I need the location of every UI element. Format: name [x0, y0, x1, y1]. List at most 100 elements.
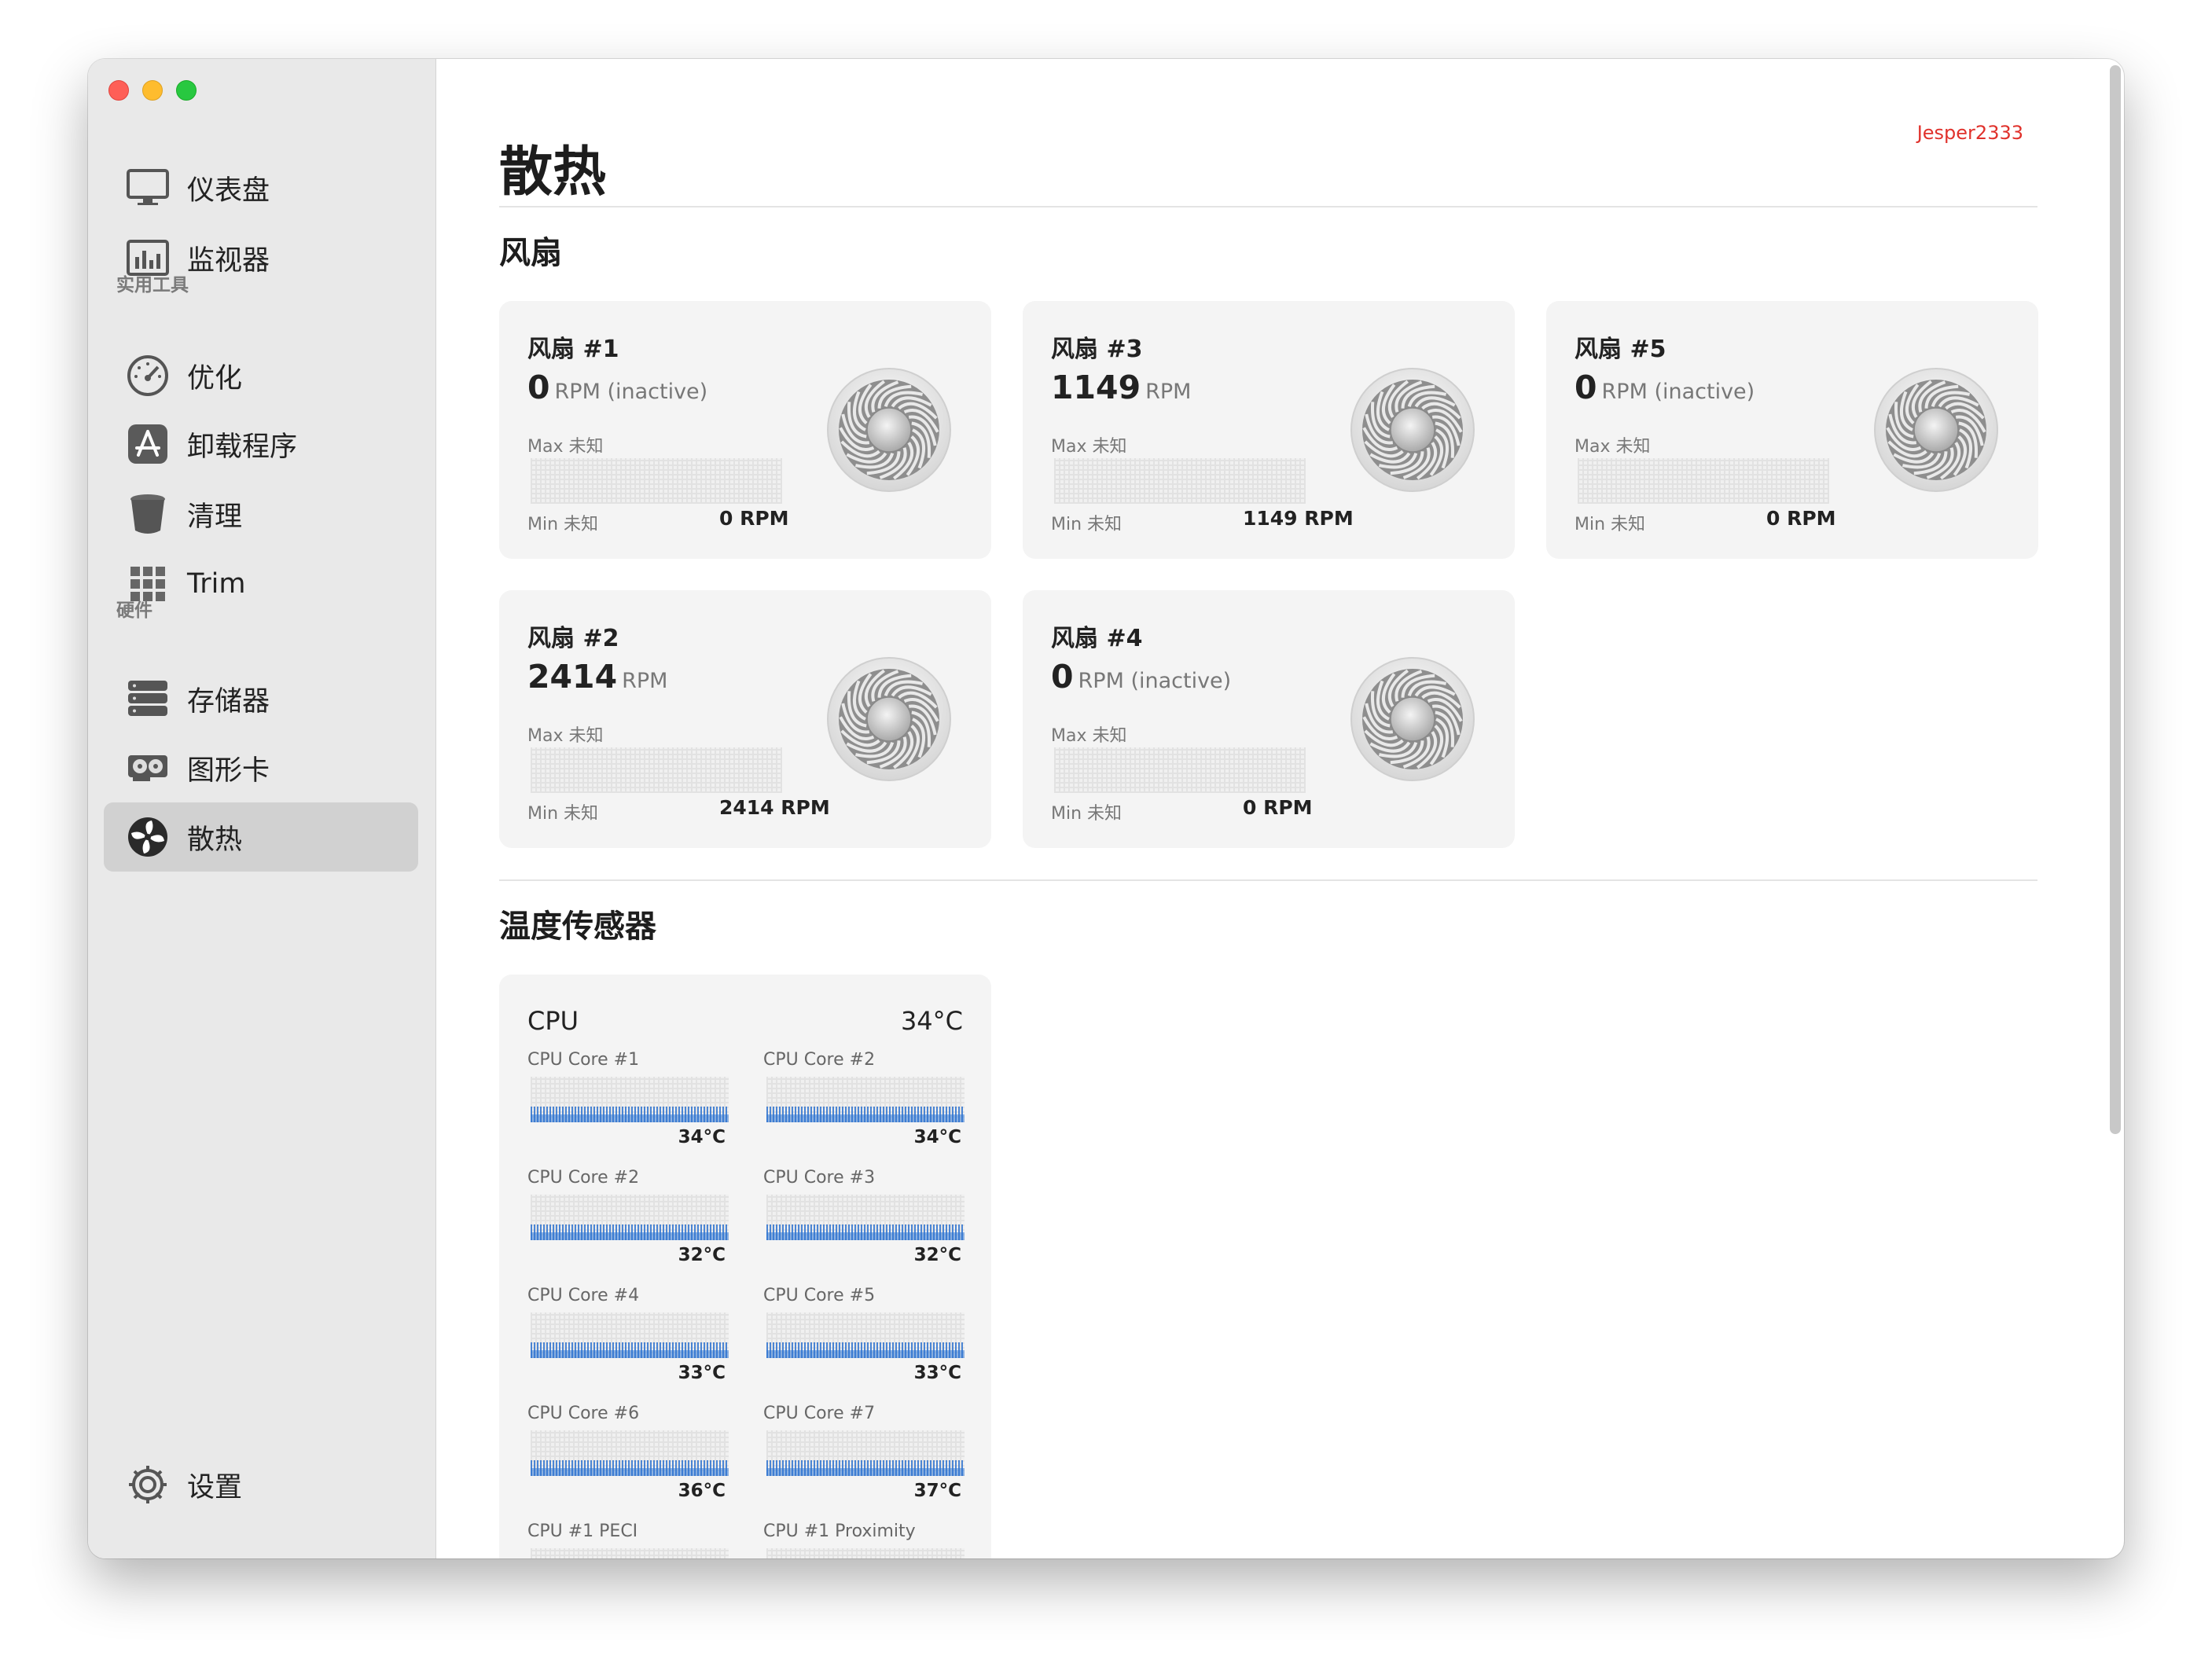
- sensor-graph: [531, 1312, 729, 1358]
- fan-rpm-value: 0: [1051, 658, 1074, 696]
- sensor-value: 33°C: [913, 1363, 961, 1383]
- fan-max-label: Max 未知: [1051, 726, 1127, 746]
- fan-current-rpm: 0 RPM: [719, 507, 789, 530]
- gpu-icon: [126, 746, 170, 790]
- fan-wheel-icon: [1349, 655, 1476, 783]
- storage-icon: [126, 677, 170, 721]
- sidebar-item-uninstaller[interactable]: 卸载程序: [104, 409, 418, 479]
- fan-rpm: 1149 RPM: [1051, 369, 1191, 406]
- fan-name: 风扇 #3: [1051, 336, 1143, 363]
- sensor-name: CPU Core #2: [527, 1168, 640, 1188]
- fan-current-rpm: 1149 RPM: [1243, 507, 1354, 530]
- sensor-item: CPU Core #2 34°C: [763, 1050, 965, 1152]
- sensor-graph: [766, 1312, 965, 1358]
- sensor-value: 32°C: [913, 1245, 961, 1265]
- fan-graph: [531, 458, 782, 504]
- sensor-graph: [766, 1548, 965, 1558]
- sidebar-item-cooling[interactable]: 散热: [104, 802, 418, 872]
- sidebar-item-storage[interactable]: 存储器: [104, 664, 418, 733]
- fan-wheel-icon: [1872, 366, 2000, 494]
- fan-card: 风扇 #5 0 RPM (inactive) Max 未知 Min 未知 0 RP…: [1546, 301, 2038, 559]
- fan-max-label: Max 未知: [527, 726, 604, 746]
- sidebar: 仪表盘 监视器 实用工具 优化 卸载程序 清理 Trim 硬件 存储器 图形卡 …: [88, 59, 436, 1558]
- sensor-graph: [531, 1430, 729, 1476]
- fan-graph: [1054, 747, 1306, 793]
- sidebar-item-label: Trim: [187, 568, 246, 600]
- fan-current-rpm: 0 RPM: [1766, 507, 1836, 530]
- sensor-item: CPU #1 PECI: [527, 1522, 729, 1558]
- divider: [499, 879, 2037, 881]
- fan-rpm-value: 0: [527, 369, 550, 406]
- sensor-graph: [766, 1077, 965, 1122]
- fan-rpm: 0 RPM (inactive): [527, 369, 707, 406]
- fan-current-rpm: 0 RPM: [1243, 796, 1313, 819]
- sidebar-item-settings[interactable]: 设置: [104, 1450, 418, 1519]
- fan-wheel-icon: [825, 366, 953, 494]
- fan-rpm: 2414 RPM: [527, 658, 667, 696]
- fan-min-label: Min 未知: [527, 804, 599, 824]
- fan-name: 风扇 #1: [527, 336, 619, 363]
- fan-wheel-icon: [825, 655, 953, 783]
- speedometer-icon: [126, 354, 170, 398]
- sensor-graph: [766, 1195, 965, 1240]
- sensor-graph: [531, 1195, 729, 1240]
- sensor-name: CPU Core #7: [763, 1404, 876, 1423]
- gear-icon: [126, 1463, 170, 1507]
- sensor-name: CPU Core #3: [763, 1168, 876, 1188]
- sensor-item: CPU Core #3 32°C: [763, 1168, 965, 1270]
- sidebar-item-label: 清理: [187, 501, 243, 533]
- fan-card: 风扇 #2 2414 RPM Max 未知 Min 未知 2414 RPM: [499, 590, 991, 848]
- fan-rpm-unit: RPM (inactive): [554, 380, 708, 404]
- sidebar-item-label: 监视器: [187, 244, 270, 277]
- sidebar-item-gpu[interactable]: 图形卡: [104, 733, 418, 802]
- fan-icon: [126, 815, 170, 859]
- sensor-graph: [531, 1077, 729, 1122]
- fan-rpm-unit: RPM (inactive): [1601, 380, 1755, 404]
- sidebar-item-label: 卸载程序: [187, 431, 298, 463]
- fan-rpm: 0 RPM (inactive): [1574, 369, 1755, 406]
- sensor-value: 36°C: [678, 1481, 726, 1501]
- sensor-group-name: CPU: [527, 1006, 579, 1036]
- main-content: Jesper2333 散热 风扇 风扇 #1 0 RPM (inactive) M…: [436, 59, 2124, 1558]
- fan-rpm-unit: RPM (inactive): [1078, 669, 1232, 693]
- fan-card: 风扇 #3 1149 RPM Max 未知 Min 未知 1149 RPM: [1023, 301, 1515, 559]
- sensor-value: 34°C: [678, 1127, 726, 1147]
- sidebar-item-label: 散热: [187, 824, 243, 856]
- sensor-name: CPU Core #5: [763, 1286, 876, 1305]
- fan-graph: [1578, 458, 1829, 504]
- app-store-icon: [126, 422, 170, 466]
- sidebar-item-clean[interactable]: 清理: [104, 479, 418, 549]
- fan-max-label: Max 未知: [1574, 437, 1651, 457]
- sensor-value: 34°C: [913, 1127, 961, 1147]
- fan-min-label: Min 未知: [1574, 515, 1646, 534]
- fan-name: 风扇 #2: [527, 625, 619, 652]
- bin-icon: [126, 492, 170, 536]
- monitor-icon: [126, 166, 170, 210]
- sensor-name: CPU Core #4: [527, 1286, 640, 1305]
- fan-wheel-icon: [1349, 366, 1476, 494]
- sidebar-item-optimize[interactable]: 优化: [104, 341, 418, 410]
- fan-current-rpm: 2414 RPM: [719, 796, 830, 819]
- fan-name: 风扇 #4: [1051, 625, 1143, 652]
- minimize-button[interactable]: [142, 80, 163, 101]
- close-button[interactable]: [108, 80, 129, 101]
- sensor-value: 37°C: [913, 1481, 961, 1501]
- divider: [499, 206, 2037, 207]
- scrollbar[interactable]: [2110, 65, 2121, 1134]
- sidebar-item-label: 优化: [187, 362, 243, 395]
- fan-min-label: Min 未知: [1051, 515, 1123, 534]
- fan-min-label: Min 未知: [1051, 804, 1123, 824]
- sensor-name: CPU Core #2: [763, 1050, 876, 1070]
- sensors-section-title: 温度传感器: [499, 909, 656, 945]
- fan-graph: [1054, 458, 1306, 504]
- zoom-button[interactable]: [176, 80, 197, 101]
- sensor-item: CPU Core #6 36°C: [527, 1404, 729, 1506]
- sensor-item: CPU Core #1 34°C: [527, 1050, 729, 1152]
- user-link[interactable]: Jesper2333: [1917, 122, 2023, 144]
- sensor-graph: [766, 1430, 965, 1476]
- fans-section-title: 风扇: [499, 235, 562, 271]
- sidebar-item-dashboard[interactable]: 仪表盘: [104, 153, 418, 222]
- sensor-graph: [531, 1548, 729, 1558]
- sensor-name: CPU #1 Proximity: [763, 1522, 916, 1541]
- fan-rpm-value: 1149: [1051, 369, 1141, 406]
